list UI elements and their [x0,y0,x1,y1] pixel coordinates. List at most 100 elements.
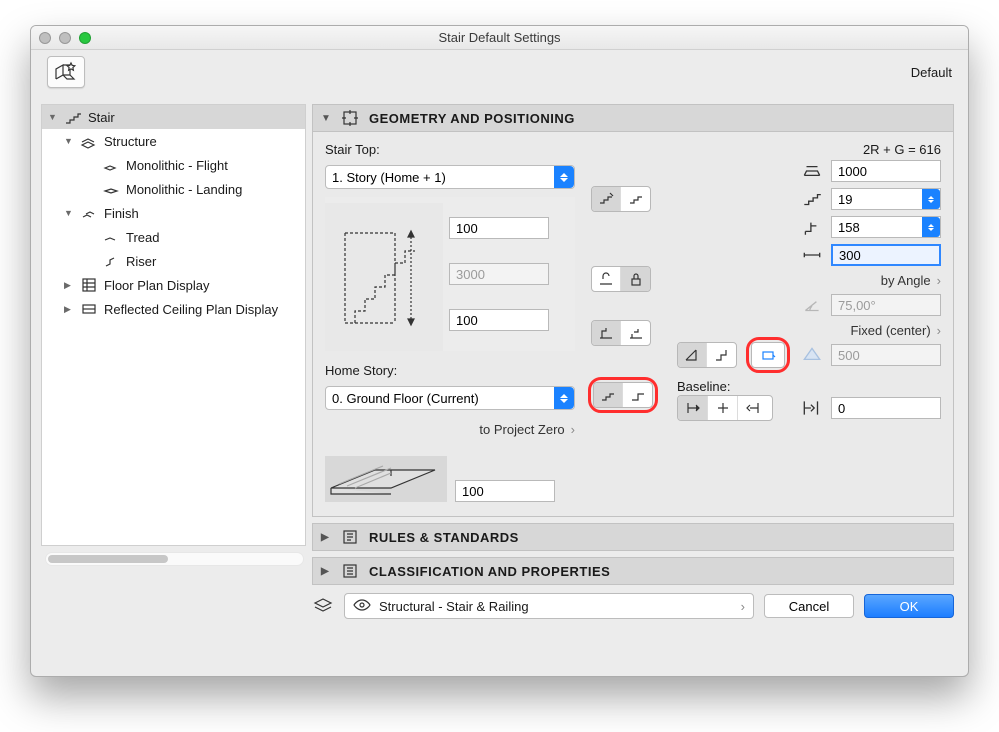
landing-icon [102,180,120,198]
chevron-right-icon: › [937,273,941,288]
winder-width-input [831,344,941,366]
eye-icon [353,598,371,615]
stepper-icon[interactable] [922,217,940,237]
panel-rules-header[interactable]: ▶ RULES & STANDARDS [312,523,954,551]
home-story-select[interactable]: 0. Ground Floor (Current) [325,386,575,410]
link-bottom-off-icon[interactable] [621,321,650,345]
rules-icon [341,528,359,546]
winder-type-toggle[interactable] [677,342,737,368]
home-story-label: Home Story: [325,363,575,378]
tread-depth-input[interactable] [831,244,941,266]
tree-item-tread[interactable]: Tread [42,225,305,249]
layer-select[interactable]: Structural - Stair & Railing › [344,593,754,619]
winder-width-icon [801,345,823,365]
panel-geometry-body: Stair Top: 1. Story (Home + 1) [312,132,954,517]
preset-label: Default [911,65,952,80]
geometry-icon [341,109,359,127]
disclosure-icon[interactable]: ▼ [321,113,331,124]
rule-label: 2R + G = 616 [677,142,941,157]
disclosure-icon[interactable]: ▼ [64,136,74,146]
riser-count-icon [801,189,823,209]
favorites-button[interactable] [47,56,85,88]
link-bottom-toggle[interactable] [591,320,651,346]
link-bottom-on-icon[interactable] [592,321,621,345]
finish-icon [80,204,98,222]
to-project-zero-link[interactable]: to Project Zero› [325,418,575,440]
segment-type-toggle[interactable] [593,382,653,408]
width-icon [801,161,823,181]
structure-icon [80,132,98,150]
panel-geometry-header[interactable]: ▼ GEOMETRY AND POSITIONING [312,104,954,132]
disclosure-icon[interactable]: ▶ [64,304,74,315]
angle-icon [801,295,823,315]
baseline-offset-icon [801,398,823,418]
tree-scrollbar[interactable] [45,552,304,566]
width-input[interactable] [831,160,941,182]
segment-straight-icon[interactable] [594,383,623,407]
fixed-center-link[interactable]: Fixed (center)› [677,319,941,341]
tree-item-structure[interactable]: ▼ Structure [42,129,305,153]
stair-icon [64,108,82,126]
plate-offset-input[interactable] [455,480,555,502]
layer-stack-icon [312,595,334,618]
classification-icon [341,562,359,580]
baseline-left-icon[interactable] [678,396,708,420]
disclosure-icon[interactable]: ▶ [321,566,331,577]
riser-count-select[interactable] [831,188,941,210]
link-top-off-icon[interactable] [621,187,650,211]
tree-item-rcp[interactable]: ▶ Reflected Ceiling Plan Display [42,297,305,321]
disclosure-icon[interactable]: ▶ [64,280,74,291]
stair-top-select[interactable]: 1. Story (Home + 1) [325,165,575,189]
by-angle-link[interactable]: by Angle› [677,269,941,291]
baseline-label: Baseline: [677,379,941,394]
lock-icon[interactable] [621,267,650,291]
panel-classification-header[interactable]: ▶ CLASSIFICATION AND PROPERTIES [312,557,954,585]
riser-height-select[interactable] [831,216,941,238]
ok-button[interactable]: OK [864,594,954,618]
link-top-on-icon[interactable] [592,187,621,211]
rcp-icon [80,300,98,318]
chevron-right-icon: › [937,323,941,338]
window-title: Stair Default Settings [31,30,968,45]
floorplan-icon [80,276,98,294]
lock-height-toggle[interactable] [591,266,651,292]
baseline-offset-input[interactable] [831,397,941,419]
stepper-icon[interactable] [922,189,940,209]
tree-item-stair[interactable]: ▼ Stair [42,105,305,129]
flight-icon [102,156,120,174]
winder-options-button[interactable] [751,342,785,368]
winder-manual-icon[interactable] [707,343,736,367]
winder-auto-icon[interactable] [678,343,707,367]
tree-item-mono-flight[interactable]: Monolithic - Flight [42,153,305,177]
settings-tree: ▼ Stair ▼ Structure Monolithic - Flight [41,104,306,546]
baseline-center-icon[interactable] [708,396,738,420]
plate-icon [325,456,447,502]
unlock-icon[interactable] [592,267,621,291]
chevron-right-icon: › [571,422,575,437]
disclosure-icon[interactable]: ▶ [321,532,331,543]
tree-item-finish[interactable]: ▼ Finish [42,201,305,225]
segment-landing-icon[interactable] [623,383,652,407]
bottom-offset-input[interactable] [449,309,549,331]
tread-depth-icon [801,245,823,265]
stair-elevation-icon [325,203,443,351]
tree-item-mono-landing[interactable]: Monolithic - Landing [42,177,305,201]
stair-top-label: Stair Top: [325,142,575,157]
riser-icon [102,252,120,270]
disclosure-icon[interactable]: ▼ [48,112,58,122]
dropdown-icon [554,387,574,409]
baseline-position-toggle[interactable] [677,395,773,421]
titlebar: Stair Default Settings [31,26,968,50]
dropdown-icon [554,166,574,188]
riser-height-icon [801,217,823,237]
link-top-toggle[interactable] [591,186,651,212]
cancel-button[interactable]: Cancel [764,594,854,618]
top-offset-input[interactable] [449,217,549,239]
tree-item-riser[interactable]: Riser [42,249,305,273]
angle-input [831,294,941,316]
total-height-input [449,263,549,285]
tread-icon [102,228,120,246]
baseline-right-icon[interactable] [738,396,768,420]
disclosure-icon[interactable]: ▼ [64,208,74,218]
tree-item-floorplan[interactable]: ▶ Floor Plan Display [42,273,305,297]
